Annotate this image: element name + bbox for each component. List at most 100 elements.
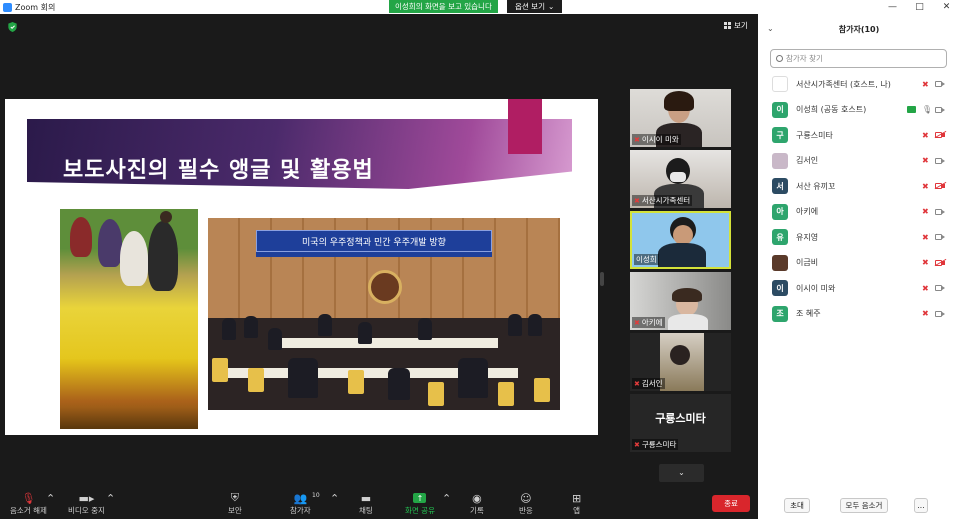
chat-button[interactable]: ▬ 채팅 — [359, 491, 373, 516]
mic-muted-icon: ✖ — [922, 283, 929, 293]
chevron-down-icon: ⌄ — [547, 2, 555, 11]
reactions-label: 반응 — [519, 506, 533, 515]
shared-screen-slide: 보도사진의 필수 앵글 및 활용법 미국의 우주정책과 민간 우주개발 방향 — [5, 99, 598, 435]
participant-name: 김서인 — [796, 156, 819, 165]
app-title: Zoom 회의 — [15, 2, 56, 12]
camera-off-icon — [935, 259, 946, 267]
search-placeholder: 참가자 찾기 — [786, 54, 823, 63]
avatar: 조 — [772, 305, 788, 322]
grid-view-icon — [724, 22, 731, 29]
slide-photo-conference: 미국의 우주정책과 민간 우주개발 방향 — [208, 218, 560, 410]
avatar: 유 — [772, 229, 788, 245]
record-icon: ◉ — [472, 491, 482, 505]
name-only-thumbnail[interactable]: 구룡스미타 ✖ 구룡스미타 — [630, 394, 731, 452]
mic-icon: 🎙 — [922, 105, 933, 114]
camera-icon — [935, 157, 946, 165]
participant-row[interactable]: 이 이시이 미와 ✖ — [758, 276, 960, 300]
camera-icon — [935, 80, 946, 88]
audio-options-caret[interactable]: ⌃ — [46, 491, 55, 505]
participants-button[interactable]: 👥 10 참가자 — [290, 491, 320, 516]
mute-all-button[interactable]: 모두 음소거 — [840, 498, 888, 513]
apps-button[interactable]: ⊞ 앱 — [572, 491, 581, 516]
close-window-button[interactable]: ✕ — [933, 0, 960, 14]
view-options-button[interactable]: 옵션 보기 ⌄ — [507, 0, 563, 13]
avatar: 구 — [772, 127, 788, 143]
participant-name: 유지영 — [796, 232, 819, 242]
view-options-label: 옵션 보기 — [515, 2, 545, 11]
view-layout-button[interactable]: 보기 — [724, 20, 748, 31]
participant-row[interactable]: 아 아키에 ✖ — [758, 200, 960, 224]
share-resize-handle[interactable] — [600, 272, 604, 286]
mic-muted-icon: ✖ — [922, 79, 929, 89]
camera-off-icon — [935, 182, 946, 190]
mic-off-icon: 🎙 — [21, 491, 36, 505]
participant-row[interactable]: 서 서산 유끼꼬 ✖ — [758, 174, 960, 198]
video-thumbnail[interactable]: ✖ 아키에 — [630, 272, 731, 330]
participant-name: 이성희 (공동 호스트) — [796, 105, 867, 114]
share-screen-icon: ↑ — [413, 491, 427, 505]
meeting-toolbar: 🎙 음소거 해제 ⌃ ▬▸ 비디오 중지 ⌃ ⛨ 보안 👥 10 참가자 ⌃ ▬… — [0, 491, 758, 519]
slide-title: 보도사진의 필수 앵글 및 활용법 — [63, 158, 374, 183]
camera-icon — [935, 106, 946, 114]
thumbnail-name: ✖ 김서인 — [632, 378, 665, 389]
participant-row[interactable]: 구 구룡스미타 ✖ — [758, 123, 960, 147]
thumbnail-scroll-down-button[interactable]: ⌄ — [659, 464, 704, 482]
security-button[interactable]: ⛨ 보안 — [228, 491, 242, 516]
camera-icon — [935, 284, 946, 292]
avatar: 서 — [772, 178, 788, 194]
meeting-area: 보기 보도사진의 필수 앵글 및 활용법 미국의 우주정책과 민간 우주개발 방… — [0, 14, 758, 491]
smiley-icon: ☺ — [520, 491, 532, 505]
video-options-caret[interactable]: ⌃ — [106, 491, 115, 505]
mic-muted-icon: ✖ — [634, 135, 640, 144]
reactions-button[interactable]: ☺ 반응 — [519, 491, 533, 516]
thumbnail-name: ✖ 구룡스미타 — [632, 439, 679, 450]
chat-bubble-icon: ▬ — [360, 491, 372, 505]
end-meeting-button[interactable]: 종료 — [712, 495, 750, 512]
video-thumbnail[interactable]: ✖ 이시이 미와 — [630, 89, 731, 147]
participant-row[interactable]: 이 이성희 (공동 호스트) 🎙 — [758, 98, 960, 122]
avatar — [772, 254, 788, 271]
camera-icon — [935, 208, 946, 216]
record-label: 기록 — [470, 506, 484, 515]
minimize-button[interactable]: — — [879, 0, 906, 14]
mic-muted-icon: ✖ — [922, 130, 929, 140]
mic-muted-icon: ✖ — [922, 207, 929, 216]
video-thumbnail-active-speaker[interactable]: 이성희 — [630, 211, 731, 269]
more-options-button[interactable]: ... — [914, 498, 928, 513]
conference-subbanner — [256, 252, 492, 257]
participants-options-caret[interactable]: ⌃ — [330, 491, 339, 505]
participant-row[interactable]: 이금비 ✖ — [758, 251, 960, 275]
participant-row[interactable]: 서산시가족센터 (호스트, 나) ✖ — [758, 72, 960, 96]
panel-footer: 초대 모두 음소거 ... — [758, 494, 960, 519]
participants-label: 참가자 — [290, 506, 311, 515]
share-screen-button[interactable]: ↑ 화면 공유 — [405, 491, 435, 516]
mic-muted-icon: ✖ — [922, 309, 929, 318]
stop-video-label: 비디오 중지 — [68, 506, 105, 515]
unmute-button[interactable]: 🎙 음소거 해제 — [10, 491, 47, 516]
stop-video-button[interactable]: ▬▸ 비디오 중지 — [68, 491, 105, 516]
video-thumbnail[interactable]: ✖ 서산시가족센터 — [630, 150, 731, 208]
invite-button[interactable]: 초대 — [784, 498, 810, 513]
participant-name: 이금비 — [796, 258, 819, 267]
participant-row[interactable]: 조 조 혜주 ✖ — [758, 302, 960, 326]
thumbnail-name: ✖ 이시이 미와 — [632, 134, 681, 145]
encryption-shield-icon[interactable] — [8, 22, 17, 32]
security-shield-icon: ⛨ — [230, 491, 240, 504]
thumbnail-name: ✖ 서산시가족센터 — [632, 195, 693, 206]
conference-banner: 미국의 우주정책과 민간 우주개발 방향 — [256, 230, 492, 252]
security-label: 보안 — [228, 506, 242, 515]
participant-row[interactable]: 김서인 ✖ — [758, 149, 960, 173]
video-camera-icon: ▬▸ — [78, 491, 95, 505]
video-thumbnail[interactable]: ✖ 김서인 — [630, 333, 731, 391]
share-banner-text: 이성희의 화면을 보고 있습니다 — [395, 2, 492, 11]
panel-title: 참가자(10) — [838, 24, 880, 34]
record-button[interactable]: ◉ 기록 — [470, 491, 484, 516]
participant-row[interactable]: 유 유지영 ✖ — [758, 225, 960, 249]
participant-search-input[interactable]: 참가자 찾기 — [770, 49, 947, 68]
avatar: 아 — [772, 203, 788, 220]
camera-icon — [935, 310, 946, 318]
maximize-button[interactable]: □ — [906, 0, 933, 14]
screen-share-banner: 이성희의 화면을 보고 있습니다 — [389, 0, 498, 13]
share-options-caret[interactable]: ⌃ — [442, 491, 451, 505]
conference-banner-text: 미국의 우주정책과 민간 우주개발 방향 — [302, 237, 446, 248]
